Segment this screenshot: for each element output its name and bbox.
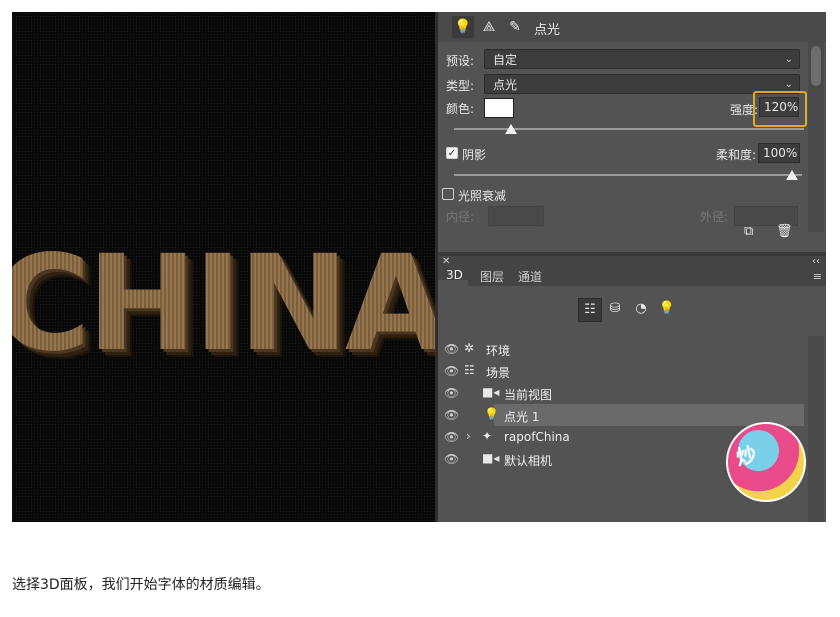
softness-slider-thumb[interactable] <box>786 170 798 180</box>
mesh-icon: ✦ <box>482 429 493 443</box>
inner-radius-label: 内径: <box>446 210 475 224</box>
3d-text-texture: CHINA <box>12 238 438 370</box>
panel-menu-icon[interactable]: ≡ <box>813 270 822 283</box>
scene-item-point-light[interactable]: 👁 💡 点光 1 <box>438 404 804 426</box>
camera-icon: ■◂ <box>482 385 500 399</box>
preset-label: 预设: <box>446 54 475 68</box>
tab-layers[interactable]: 图层 <box>480 268 504 285</box>
scene-item-environment[interactable]: 👁 ✲ 环境 <box>438 338 804 360</box>
light-filter-icon[interactable]: 💡 <box>656 298 678 320</box>
light-color-swatch[interactable] <box>484 98 514 118</box>
inner-radius-field <box>488 206 544 226</box>
type-label: 类型: <box>446 79 475 93</box>
properties-toolbar: 💡 ⟁ ✎ 点光 <box>438 12 826 42</box>
item-label: rapofChina <box>504 430 570 444</box>
trash-icon[interactable]: 🗑 <box>776 224 793 239</box>
properties-scrollbar[interactable] <box>808 42 824 232</box>
falloff-checkbox[interactable] <box>442 188 454 200</box>
watermark-logo: 炒 <box>726 422 806 502</box>
properties-panel: 💡 ⟁ ✎ 点光 预设: 自定 ⌄ 类型: 点光 ⌄ 颜色: 强度: 120% … <box>438 12 826 252</box>
intensity-slider-thumb[interactable] <box>505 124 517 134</box>
falloff-label: 光照衰减 <box>458 189 507 203</box>
type-value: 点光 <box>493 78 518 92</box>
panel-tabs: ✕ ‹‹ 3D 图层 通道 ≡ <box>438 256 826 286</box>
preset-dropdown[interactable]: 自定 ⌄ <box>484 49 800 69</box>
properties-title: 点光 <box>534 23 561 38</box>
light-type-dropdown[interactable]: 点光 ⌄ <box>484 74 800 94</box>
brush-icon[interactable]: ✎ <box>504 16 526 38</box>
outer-radius-label: 外径: <box>700 210 729 224</box>
softness-field[interactable]: 100% <box>758 143 800 163</box>
render-icon[interactable]: ⧉ <box>744 224 753 239</box>
logo-mark: 炒 <box>734 442 759 470</box>
tab-3d[interactable]: 3D <box>446 268 463 282</box>
chevron-down-icon: ⌄ <box>784 54 793 65</box>
mesh-filter-icon[interactable]: ⛁ <box>604 298 626 320</box>
bulb-icon[interactable]: 💡 <box>452 16 474 38</box>
chevron-right-icon[interactable]: › <box>466 429 471 443</box>
environment-icon: ✲ <box>464 341 475 355</box>
intensity-field[interactable]: 120% <box>759 97 799 117</box>
scene-filter-icon[interactable]: ☷ <box>578 298 602 322</box>
3d-filter-bar: ☷ ⛁ ◔ 💡 <box>438 286 826 336</box>
scroll-thumb[interactable] <box>811 46 821 86</box>
eye-icon[interactable]: 👁 <box>444 342 459 356</box>
item-label: 环境 <box>486 344 511 358</box>
eye-icon[interactable]: 👁 <box>444 364 459 378</box>
scene-item-current-view[interactable]: 👁 ■◂ 当前视图 <box>438 382 804 404</box>
outer-radius-field <box>734 206 798 226</box>
item-label: 默认相机 <box>504 454 553 468</box>
eye-icon[interactable]: 👁 <box>444 386 459 400</box>
collapse-icon[interactable]: ‹‹ <box>812 256 820 267</box>
document-canvas[interactable]: CHINA CHINA <box>12 12 438 522</box>
bulb-icon: 💡 <box>484 407 499 421</box>
tab-channels[interactable]: 通道 <box>518 268 542 285</box>
scene-icon: ☷ <box>464 363 475 377</box>
softness-slider[interactable] <box>454 174 802 176</box>
eye-icon[interactable]: 👁 <box>444 430 459 444</box>
3d-panel-scrollbar[interactable] <box>808 336 824 522</box>
preset-value: 自定 <box>493 53 518 67</box>
softness-label: 柔和度: <box>716 148 757 162</box>
scene-item-scene[interactable]: 👁 ☷ 场景 <box>438 360 804 382</box>
shadow-label: 阴影 <box>462 148 487 162</box>
item-label: 点光 1 <box>504 410 540 424</box>
shadow-checkbox[interactable]: ✓ <box>446 147 458 159</box>
color-label: 颜色: <box>446 102 475 116</box>
item-label: 当前视图 <box>504 388 553 402</box>
close-icon[interactable]: ✕ <box>442 256 450 267</box>
screenshot-area: CHINA CHINA 💡 ⟁ ✎ 点光 预设: 自定 ⌄ 类型: 点光 ⌄ 颜… <box>12 12 826 522</box>
material-filter-icon[interactable]: ◔ <box>630 298 652 320</box>
eye-icon[interactable]: 👁 <box>444 408 459 422</box>
caption-text: 选择3D面板，我们开始字体的材质编辑。 <box>12 577 270 593</box>
camera-icon: ■◂ <box>482 451 500 465</box>
eye-icon[interactable]: 👁 <box>444 452 459 466</box>
transform-icon[interactable]: ⟁ <box>478 16 500 38</box>
item-label: 场景 <box>486 366 511 380</box>
